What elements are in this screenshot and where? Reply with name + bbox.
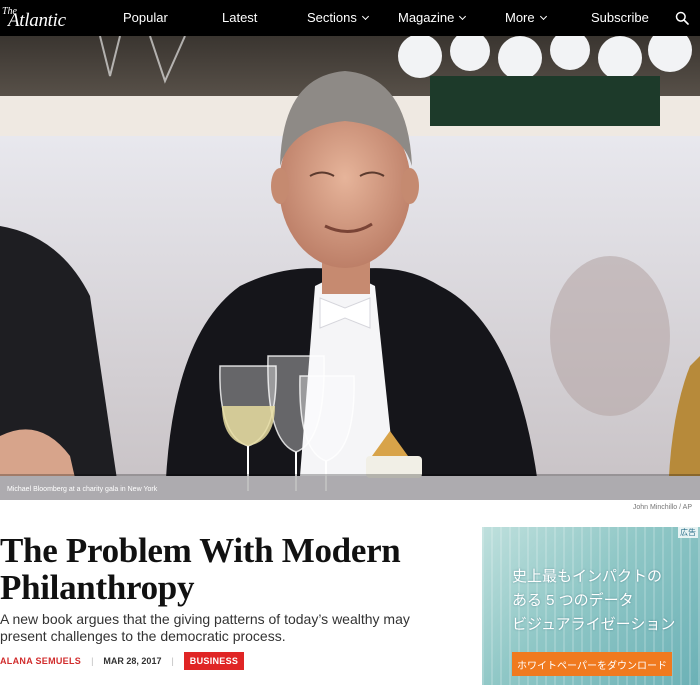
section-tag[interactable]: BUSINESS xyxy=(183,651,245,670)
ad-download-button[interactable]: ホワイトペーパーをダウンロード xyxy=(512,652,672,676)
author-link[interactable]: ALANA SEMUELS xyxy=(0,656,81,666)
nav-magazine-label: Magazine xyxy=(398,10,455,25)
nav-more-label: More xyxy=(505,10,535,25)
nav-sections[interactable]: Sections xyxy=(307,10,369,25)
chevron-down-icon xyxy=(459,12,467,20)
nav-subscribe-label: Subscribe xyxy=(591,10,649,25)
ad-headline-line: 史上最もインパクトの xyxy=(512,568,663,585)
nav-popular[interactable]: Popular xyxy=(123,10,168,25)
article-title[interactable]: The Problem With Modern Philanthropy xyxy=(0,532,470,606)
byline: ALANA SEMUELS | MAR 28, 2017 | BUSINESS xyxy=(0,651,245,670)
chevron-down-icon xyxy=(361,12,369,20)
search-icon[interactable] xyxy=(675,11,689,25)
nav-sections-label: Sections xyxy=(307,10,357,25)
photo-credit: John Minchillo / AP xyxy=(632,504,692,511)
byline-divider: | xyxy=(171,655,174,666)
hero-photo xyxy=(0,36,700,500)
nav-latest[interactable]: Latest xyxy=(222,10,257,25)
chevron-down-icon xyxy=(539,12,547,20)
hero-illustration xyxy=(0,36,700,500)
ad-headline-line: ある 5 つのデータ xyxy=(512,592,634,609)
nav-latest-label: Latest xyxy=(222,10,258,25)
nav-magazine[interactable]: Magazine xyxy=(398,10,467,25)
article-dek: A new book argues that the giving patter… xyxy=(0,611,410,644)
ad-headline-line: ビジュアライゼーション xyxy=(512,616,676,633)
logo-name: Atlantic xyxy=(8,10,66,31)
nav-popular-label: Popular xyxy=(123,10,168,25)
nav-more[interactable]: More xyxy=(505,10,547,25)
nav-subscribe[interactable]: Subscribe xyxy=(591,10,649,25)
photo-caption: Michael Bloomberg at a charity gala in N… xyxy=(7,486,158,493)
ad-badge: 広告 xyxy=(678,527,698,538)
publish-date: MAR 28, 2017 xyxy=(103,655,162,666)
top-nav: The Atlantic Popular Latest Sections Mag… xyxy=(0,0,700,36)
advertisement[interactable]: 広告 史上最もインパクトの ある 5 つのデータ ビジュアライゼーション ホワイ… xyxy=(482,527,700,685)
byline-divider: | xyxy=(91,655,94,666)
